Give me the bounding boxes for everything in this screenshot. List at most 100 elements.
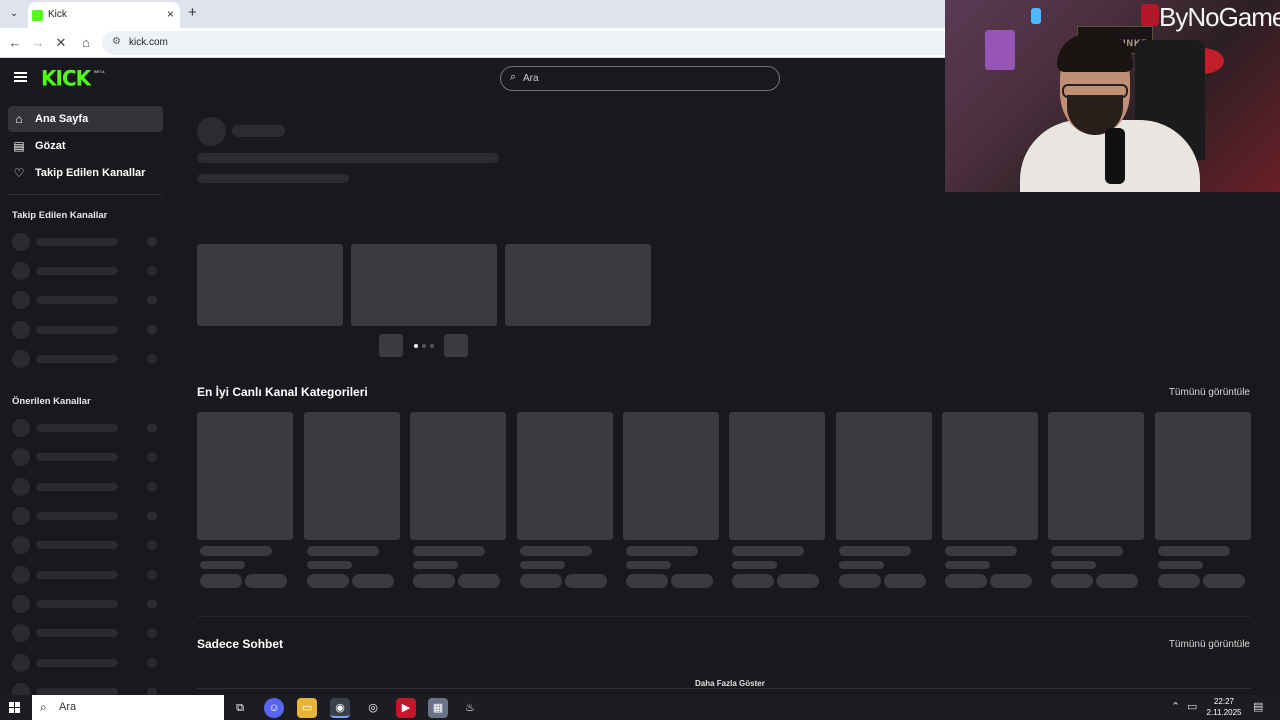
category-card-skeleton[interactable] bbox=[1048, 412, 1144, 540]
followed-channels-header: Takip Edilen Kanallar bbox=[12, 210, 108, 221]
tab-close-icon[interactable]: × bbox=[167, 7, 174, 21]
search-icon: ⌕ bbox=[510, 71, 517, 83]
top-categories-title: En İyi Canlı Kanal Kategorileri bbox=[197, 385, 368, 399]
category-card-skeleton[interactable] bbox=[729, 412, 825, 540]
carousel-card[interactable] bbox=[197, 244, 343, 326]
sidebar-item-following[interactable]: ♡ Takip Edilen Kanallar bbox=[8, 160, 163, 186]
carousel-next-button[interactable] bbox=[444, 334, 468, 357]
category-card-skeleton[interactable] bbox=[410, 412, 506, 540]
category-tag-skeleton bbox=[1051, 574, 1093, 588]
category-tag-skeleton bbox=[884, 574, 926, 588]
search-input[interactable]: ⌕ Ara bbox=[500, 66, 780, 91]
sidebar-divider bbox=[8, 194, 162, 195]
discord-icon[interactable]: ☺ bbox=[264, 698, 284, 718]
taskbar-clock[interactable]: 22:27 2.11.2025 bbox=[1200, 696, 1248, 718]
category-tag-skeleton bbox=[245, 574, 287, 588]
channel-skeleton bbox=[12, 478, 162, 496]
kick-favicon-icon bbox=[32, 10, 43, 21]
sidebar-item-browse[interactable]: ▤ Gözat bbox=[8, 133, 163, 159]
task-view-icon[interactable]: ⧉ bbox=[230, 698, 250, 718]
category-title-skeleton bbox=[307, 546, 379, 556]
channel-skeleton bbox=[12, 291, 162, 309]
new-tab-button[interactable]: + bbox=[188, 4, 197, 21]
carousel-dot[interactable] bbox=[422, 344, 426, 348]
category-card-skeleton[interactable] bbox=[197, 412, 293, 540]
stop-loading-icon[interactable]: ✕ bbox=[52, 34, 70, 52]
tab-search-chevron-icon[interactable]: ⌄ bbox=[6, 6, 22, 22]
carousel-prev-button[interactable] bbox=[379, 334, 403, 357]
site-info-icon[interactable]: ⚙ bbox=[112, 36, 121, 47]
taskbar-search-input[interactable]: ⌕ Ara bbox=[32, 695, 224, 720]
heart-icon: ♡ bbox=[13, 166, 25, 180]
channel-skeleton bbox=[12, 595, 162, 613]
beta-badge: BETA bbox=[94, 69, 105, 74]
browser-tab[interactable]: Kick × bbox=[28, 2, 180, 28]
app-icon[interactable]: ▦ bbox=[428, 698, 448, 718]
sidebar: ⌂ Ana Sayfa ▤ Gözat ♡ Takip Edilen Kanal… bbox=[0, 98, 170, 695]
taskbar-date: 2.11.2025 bbox=[1206, 708, 1242, 717]
category-viewers-skeleton bbox=[200, 561, 245, 569]
chat-only-view-all-link[interactable]: Tümünü görüntüle bbox=[1169, 639, 1250, 650]
featured-name-skeleton bbox=[232, 125, 285, 137]
search-placeholder: Ara bbox=[523, 73, 539, 84]
sidebar-item-home[interactable]: ⌂ Ana Sayfa bbox=[8, 106, 163, 132]
menu-icon[interactable] bbox=[14, 72, 27, 82]
category-viewers-skeleton bbox=[1158, 561, 1203, 569]
category-card-skeleton[interactable] bbox=[517, 412, 613, 540]
category-tag-skeleton bbox=[565, 574, 607, 588]
file-explorer-icon[interactable]: ▭ bbox=[297, 698, 317, 718]
category-card-skeleton[interactable] bbox=[942, 412, 1038, 540]
webcam-microphone bbox=[1105, 128, 1125, 184]
category-title-skeleton bbox=[200, 546, 272, 556]
category-tag-skeleton bbox=[1203, 574, 1245, 588]
top-categories-view-all-link[interactable]: Tümünü görüntüle bbox=[1169, 387, 1250, 398]
taskbar-search-placeholder: Ara bbox=[59, 701, 77, 713]
carousel-dot-active[interactable] bbox=[414, 344, 418, 348]
brand-logo-icon bbox=[1141, 4, 1159, 26]
forward-icon[interactable]: → bbox=[29, 34, 47, 52]
category-tag-skeleton bbox=[777, 574, 819, 588]
featured-subtitle-skeleton bbox=[197, 174, 349, 183]
show-more-button[interactable]: Daha Fazla Göster bbox=[689, 679, 771, 688]
taskbar-time: 22:27 bbox=[1213, 697, 1235, 706]
carousel-dot[interactable] bbox=[430, 344, 434, 348]
category-title-skeleton bbox=[1158, 546, 1230, 556]
steam-icon[interactable]: ♨ bbox=[460, 698, 480, 718]
tray-chevron-icon[interactable]: ⌃ bbox=[1171, 700, 1180, 713]
category-tag-skeleton bbox=[1096, 574, 1138, 588]
carousel-card[interactable] bbox=[505, 244, 651, 326]
home-icon[interactable]: ⌂ bbox=[77, 34, 95, 52]
url-text: kick.com bbox=[129, 37, 168, 48]
channel-skeleton bbox=[12, 350, 162, 368]
channel-skeleton bbox=[12, 566, 162, 584]
back-icon[interactable]: ← bbox=[6, 34, 24, 52]
search-icon: ⌕ bbox=[40, 700, 47, 714]
category-viewers-skeleton bbox=[626, 561, 671, 569]
notifications-icon[interactable]: ▤ bbox=[1253, 700, 1263, 713]
category-title-skeleton bbox=[945, 546, 1017, 556]
category-tag-skeleton bbox=[671, 574, 713, 588]
webcam-streamer-hair bbox=[1057, 34, 1133, 72]
category-card-skeleton[interactable] bbox=[304, 412, 400, 540]
channel-skeleton bbox=[12, 536, 162, 554]
category-tag-skeleton bbox=[307, 574, 349, 588]
chrome-icon[interactable]: ◉ bbox=[330, 698, 350, 718]
channel-skeleton bbox=[12, 321, 162, 339]
windows-start-icon[interactable] bbox=[9, 702, 21, 714]
category-card-skeleton[interactable] bbox=[1155, 412, 1251, 540]
category-tag-skeleton bbox=[990, 574, 1032, 588]
category-card-skeleton[interactable] bbox=[836, 412, 932, 540]
obs-icon[interactable]: ◎ bbox=[363, 698, 383, 718]
category-tag-skeleton bbox=[458, 574, 500, 588]
category-title-skeleton bbox=[732, 546, 804, 556]
category-tag-skeleton bbox=[839, 574, 881, 588]
network-icon[interactable]: ▭ bbox=[1187, 700, 1197, 713]
media-player-icon[interactable]: ▶ bbox=[396, 698, 416, 718]
tab-title: Kick bbox=[48, 9, 67, 20]
category-card-skeleton[interactable] bbox=[623, 412, 719, 540]
category-viewers-skeleton bbox=[839, 561, 884, 569]
kick-logo[interactable]: KICK bbox=[41, 65, 91, 90]
channel-skeleton bbox=[12, 419, 162, 437]
carousel-card[interactable] bbox=[351, 244, 497, 326]
category-title-skeleton bbox=[839, 546, 911, 556]
